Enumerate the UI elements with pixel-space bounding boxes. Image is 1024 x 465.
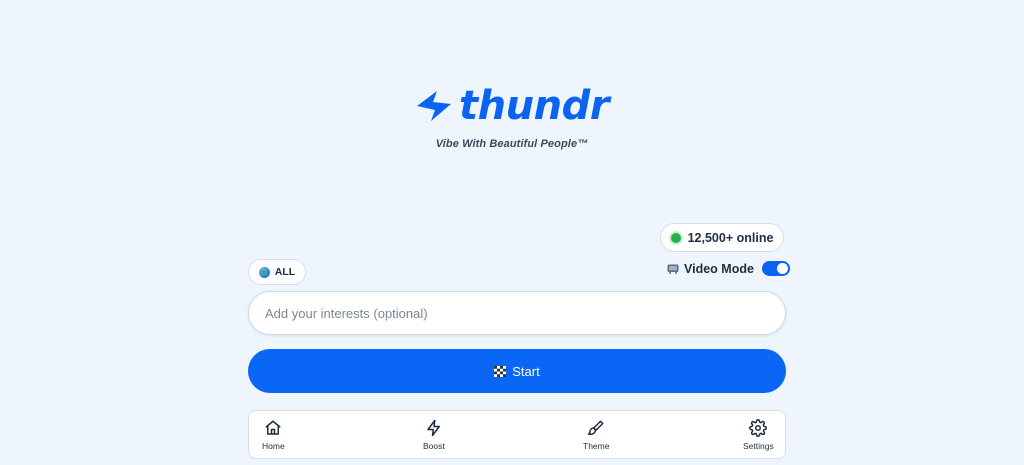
logo-row: thundr [415, 86, 609, 126]
video-mode-toggle[interactable] [761, 261, 790, 276]
online-count-badge: 12,500+ online [660, 223, 784, 252]
tagline: Vibe With Beautiful People™ [435, 138, 589, 150]
logo[interactable]: thundr Vibe With Beautiful People™ [0, 86, 1024, 150]
brand-name: thundr [459, 83, 609, 129]
checkered-flag-icon [494, 365, 507, 377]
toggle-knob [776, 263, 788, 274]
lightning-icon [427, 419, 440, 437]
globe-icon [258, 266, 270, 278]
lightning-logo-icon [417, 91, 452, 121]
home-page: thundr Vibe With Beautiful People™ 12,50… [0, 0, 1024, 465]
bottom-nav: Home Boost Theme Settings [248, 410, 786, 459]
online-status-dot [670, 232, 681, 243]
region-filter-button[interactable]: ALL [248, 259, 306, 285]
start-button-label: Start [512, 363, 540, 379]
video-mode-control[interactable]: Video Mode [667, 261, 790, 276]
video-mode-label: Video Mode [684, 261, 754, 276]
nav-settings[interactable]: Settings [743, 419, 774, 451]
nav-settings-label: Settings [743, 441, 774, 451]
interests-input[interactable] [248, 291, 786, 335]
nav-boost-label: Boost [423, 441, 445, 451]
gear-icon [749, 419, 768, 437]
nav-home[interactable]: Home [262, 419, 285, 451]
start-button[interactable]: Start [248, 349, 786, 393]
nav-theme[interactable]: Theme [583, 419, 609, 451]
region-filter-label: ALL [274, 266, 296, 278]
online-count-text: 12,500+ online [687, 230, 774, 245]
nav-home-label: Home [262, 441, 285, 451]
nav-boost[interactable]: Boost [423, 419, 445, 451]
nav-theme-label: Theme [583, 441, 610, 451]
home-icon [265, 420, 281, 435]
paintbrush-icon [587, 420, 604, 436]
tv-icon [667, 264, 679, 274]
